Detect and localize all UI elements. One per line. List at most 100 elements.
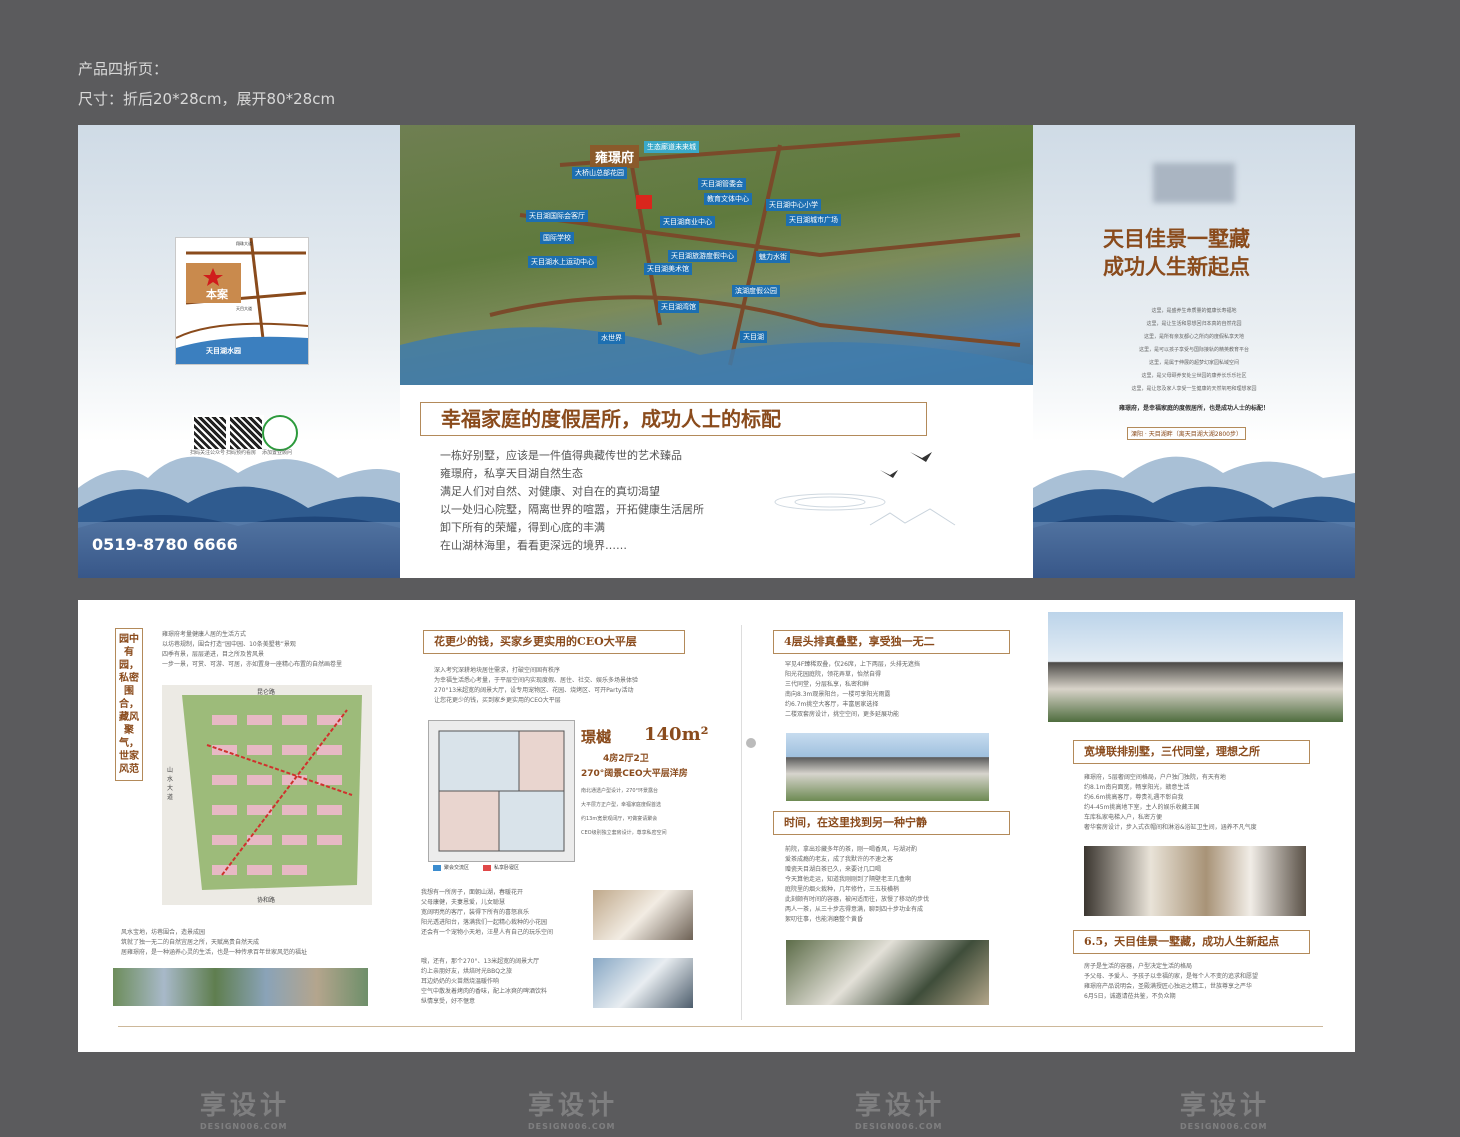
interior-photo <box>593 890 693 940</box>
section-title: 时间，在这里找到另一种宁静 <box>773 811 1010 835</box>
panel-center: 雍璟府 生态廊道未来城 大桥山总部花园 天目湖管委会 教育文体中心 天目湖国际会… <box>400 125 1033 578</box>
text-line: 赠瓷天目湖白茶已久，来要讨几口喝 <box>785 866 882 873</box>
intro-line: 以坊巷规制，围合打造“园中园、10条美墅巷”景观 <box>162 641 296 648</box>
intro-line: 雍璟府，私享天目湖自然生态 <box>440 467 583 480</box>
site-plan: 昆仑路 协和路 山水大道 <box>162 685 372 905</box>
unit-point: CEO级别独立套房设计，尊享私密空间 <box>581 830 667 836</box>
text-line: 三代同堂，分层私享，私密和鲜 <box>785 681 870 688</box>
interior-photo-strip <box>1084 846 1306 916</box>
panel-front-cover: 天目佳景一墅藏 成功人生新起点 这里，是盛养生命质量的健康长寿福地 这里，是让生… <box>1033 125 1355 578</box>
text-line: 深入考究深耕地块居住需求，打破空间固有秩序 <box>434 667 561 674</box>
story-line: 还会有一个宠物小天地，汪星人有自己的玩乐空间 <box>421 929 554 936</box>
road-label: 昆仑路 <box>257 689 276 696</box>
unit-point: 大平层方正户型，幸福家庭度假首选 <box>581 802 662 808</box>
panel-back-cover: 本案 翔珠大道 天目大道 天目湖水园 扫码关注公众号 扫码预约看房 添加置业顾问… <box>78 125 400 578</box>
map-tag: 天目湖美术馆 <box>644 263 692 275</box>
townhouse-photo <box>786 733 989 801</box>
section-text: 前院，拿出珍藏多年的茶，刚一喝香风，与湖对酌 爱茶成瘾的老友，成了我默许的不速之… <box>785 845 929 925</box>
unit-point: 约13m宽景观阔厅，可做宴请聚会 <box>581 816 658 822</box>
map-tag: 滨湖度假公园 <box>732 285 780 297</box>
intro-line: 以一处归心院墅，隔离世界的喧嚣，开拓健康生活居所 <box>440 503 704 516</box>
story-text: 哦，还有，那个270°、13米超宽的阔景大厅 约上亲朋好友，烘焙时光BBQ之旅 … <box>421 957 547 1007</box>
map-tag: 天目湖水上运动中心 <box>528 256 597 268</box>
section-title: 4层头排真叠墅，享受独一无二 <box>773 630 1010 654</box>
watermark: 享设计 DESIGN006.COM <box>1180 1091 1271 1131</box>
intro-line: 四季有景，层层递进，目之所及皆风景 <box>162 651 265 658</box>
slogan-banner: 幸福家庭的度假居所，成功人士的标配 <box>420 402 927 436</box>
text-line: 雍璟府产品说明会，圣殿满授匠心独运之精工，世族尊享之严华 <box>1084 983 1253 990</box>
text-line: 阳光花园庭院，领花弄草，怡然自得 <box>785 671 882 678</box>
story-line: 父母康健，夫妻恩爱，儿女聪慧 <box>421 899 506 906</box>
floor-plan-drawing <box>438 730 565 852</box>
text-line: 絮叨往事，也能消磨整个黄昏 <box>785 916 864 923</box>
map-tag: 天目湖城市广场 <box>786 214 841 226</box>
text-line: 为幸福生活悉心考量，于平层空间内实现度假、居住、社交、娱乐多场景体验 <box>434 677 639 684</box>
map-park-label: 天目湖水园 <box>206 347 241 355</box>
header-title: 产品四折页： <box>78 60 169 78</box>
section-text: 罕见4F臻稀双叠，仅26席，上下两层，头排无遮挡 阳光花园庭院，领花弄草，怡然自… <box>785 660 920 720</box>
legend-label: 私享卧寝区 <box>494 865 520 871</box>
hotline-number[interactable]: 0519-8780 6666 <box>92 535 238 554</box>
watermark: 享设计 DESIGN006.COM <box>528 1091 619 1131</box>
cover-line: 这里，是盛养生命质量的健康长寿福地 <box>1151 308 1237 314</box>
inner-spread: 园中有园，私密围合，藏风聚气，世家风范 雍璟府考量健康人居的生活方式 以坊巷规制… <box>78 600 1355 1052</box>
legend-swatch <box>433 865 441 871</box>
text-line: 两人一茶，从三十步志得意满，聊到四十步功业有成 <box>785 906 924 913</box>
villa-photo <box>1048 612 1343 722</box>
map-tag: 生态廊道未来城 <box>644 141 699 153</box>
text-line: 今天算他走运，知道我刚刚到了隔壁老王几盒啊 <box>785 876 912 883</box>
text-line: 前院，拿出珍藏多年的茶，刚一喝香风，与湖对酌 <box>785 846 918 853</box>
header-size: 尺寸：折后20*28cm，展开80*28cm <box>78 90 336 108</box>
story-line: 空气中散发着烤肉的香味，配上冰爽的啤酒饮料 <box>421 988 548 995</box>
water-strip <box>1033 522 1355 578</box>
story-line: 宽阔明亮的客厅，装得下所有的喜怒哀乐 <box>421 909 530 916</box>
text-line: 奢华套房设计，步入式衣帽间和淋浴&浴缸卫生间，涵养不凡气度 <box>1084 824 1257 831</box>
text-line: 车库私家电梯入户，私密方便 <box>1084 814 1163 821</box>
cover-title-line: 成功人生新起点 <box>1103 254 1250 279</box>
unit-points: 南北通透户型设计，270°环景露台 大平层方正户型，幸福家庭度假首选 约13m宽… <box>581 784 667 840</box>
section-title: 6.5，天目佳景一墅藏，成功人生新起点 <box>1073 930 1310 954</box>
vertical-title: 园中有园，私密围合，藏风聚气，世家风范 <box>115 628 143 781</box>
footer-rule <box>118 1026 1323 1027</box>
section-text: 房子是生活的容器，户型决定生活的格局 予父母、予爱人、予孩子以幸福的家，是每个人… <box>1084 962 1258 1002</box>
map-tag: 天目湖管委会 <box>698 178 746 190</box>
courtyard-photo <box>786 940 989 1005</box>
intro-line: 居雍璟府，是一种涵养心灵的生活，也是一种传承百年世家风范的福址 <box>121 949 308 956</box>
text-line: 庭院里的烟火栽种，几年修竹，三五枝横梢 <box>785 886 900 893</box>
intro-text: 一栋好别墅，应该是一件值得典藏传世的艺术臻品 雍璟府，私享天目湖自然生态 满足人… <box>440 447 704 555</box>
photo-strip <box>113 968 368 1006</box>
map-tag: 天目湖商业中心 <box>660 216 715 228</box>
map-tag: 教育文体中心 <box>704 193 752 205</box>
story-line: 纵情享受，好不惬意 <box>421 998 476 1005</box>
site-plan-drawing <box>162 685 372 905</box>
story-text: 我想有一所房子，面朝山湖，春暖花开 父母康健，夫妻恩爱，儿女聪慧 宽阔明亮的客厅… <box>421 888 553 938</box>
text-line: 6月5日，诚邀请莅共鉴，不负众期 <box>1084 993 1176 1000</box>
map-road-label: 翔珠大道 <box>236 241 252 246</box>
text-line: 约4-45m挑高地下室，主人的娱乐收藏王国 <box>1084 804 1200 811</box>
story-line: 约上亲朋好友，烘焙时光BBQ之旅 <box>421 968 512 975</box>
intro-block: 雍璟府考量健康人居的生活方式 以坊巷规制，围合打造“园中园、10条美墅巷”景观 … <box>162 630 342 670</box>
map-tag: 天目湖 <box>740 331 767 343</box>
text-line: 房子是生活的容器，户型决定生活的格局 <box>1084 963 1193 970</box>
floor-plan <box>428 720 575 862</box>
story-line: 哦，还有，那个270°、13米超宽的阔景大厅 <box>421 958 540 965</box>
story-line: 耳边奶奶的火苗燃烧温暖作响 <box>421 978 500 985</box>
story-line: 我想有一所房子，面朝山湖，春暖花开 <box>421 889 524 896</box>
story-line: 阳光透进阳台，落满我们一起精心栽种的小花园 <box>421 919 548 926</box>
location-map: 本案 翔珠大道 天目大道 天目湖水园 <box>175 237 309 365</box>
legend-swatch <box>483 865 491 871</box>
unit-point: 南北通透户型设计，270°环景露台 <box>581 788 659 794</box>
cover-line: 这里，是属于伸展的超梦幻家园私域空间 <box>1148 360 1239 366</box>
fold-marker <box>746 738 756 748</box>
watermark: 享设计 DESIGN006.COM <box>200 1091 291 1131</box>
text-line: 罕见4F臻稀双叠，仅26席，上下两层，头排无遮挡 <box>785 661 920 668</box>
cover-line: 这里，是让生活和思想回归本真的自然花园 <box>1146 321 1242 327</box>
unit-desc: 270°阔景CEO大平层洋房 <box>581 769 688 779</box>
swallow-ink-illustration <box>774 452 956 526</box>
logo-blurred <box>1153 163 1235 203</box>
unit-area: 140m² <box>644 724 709 745</box>
text-line: 爱茶成瘾的老友，成了我默许的不速之客 <box>785 856 894 863</box>
intro-line: 雍璟府考量健康人居的生活方式 <box>162 631 247 638</box>
cover-line: 这里，是可以孩子享受与国际接轨的精英教育平台 <box>1138 347 1249 353</box>
map-tag: 国际学校 <box>540 232 574 244</box>
